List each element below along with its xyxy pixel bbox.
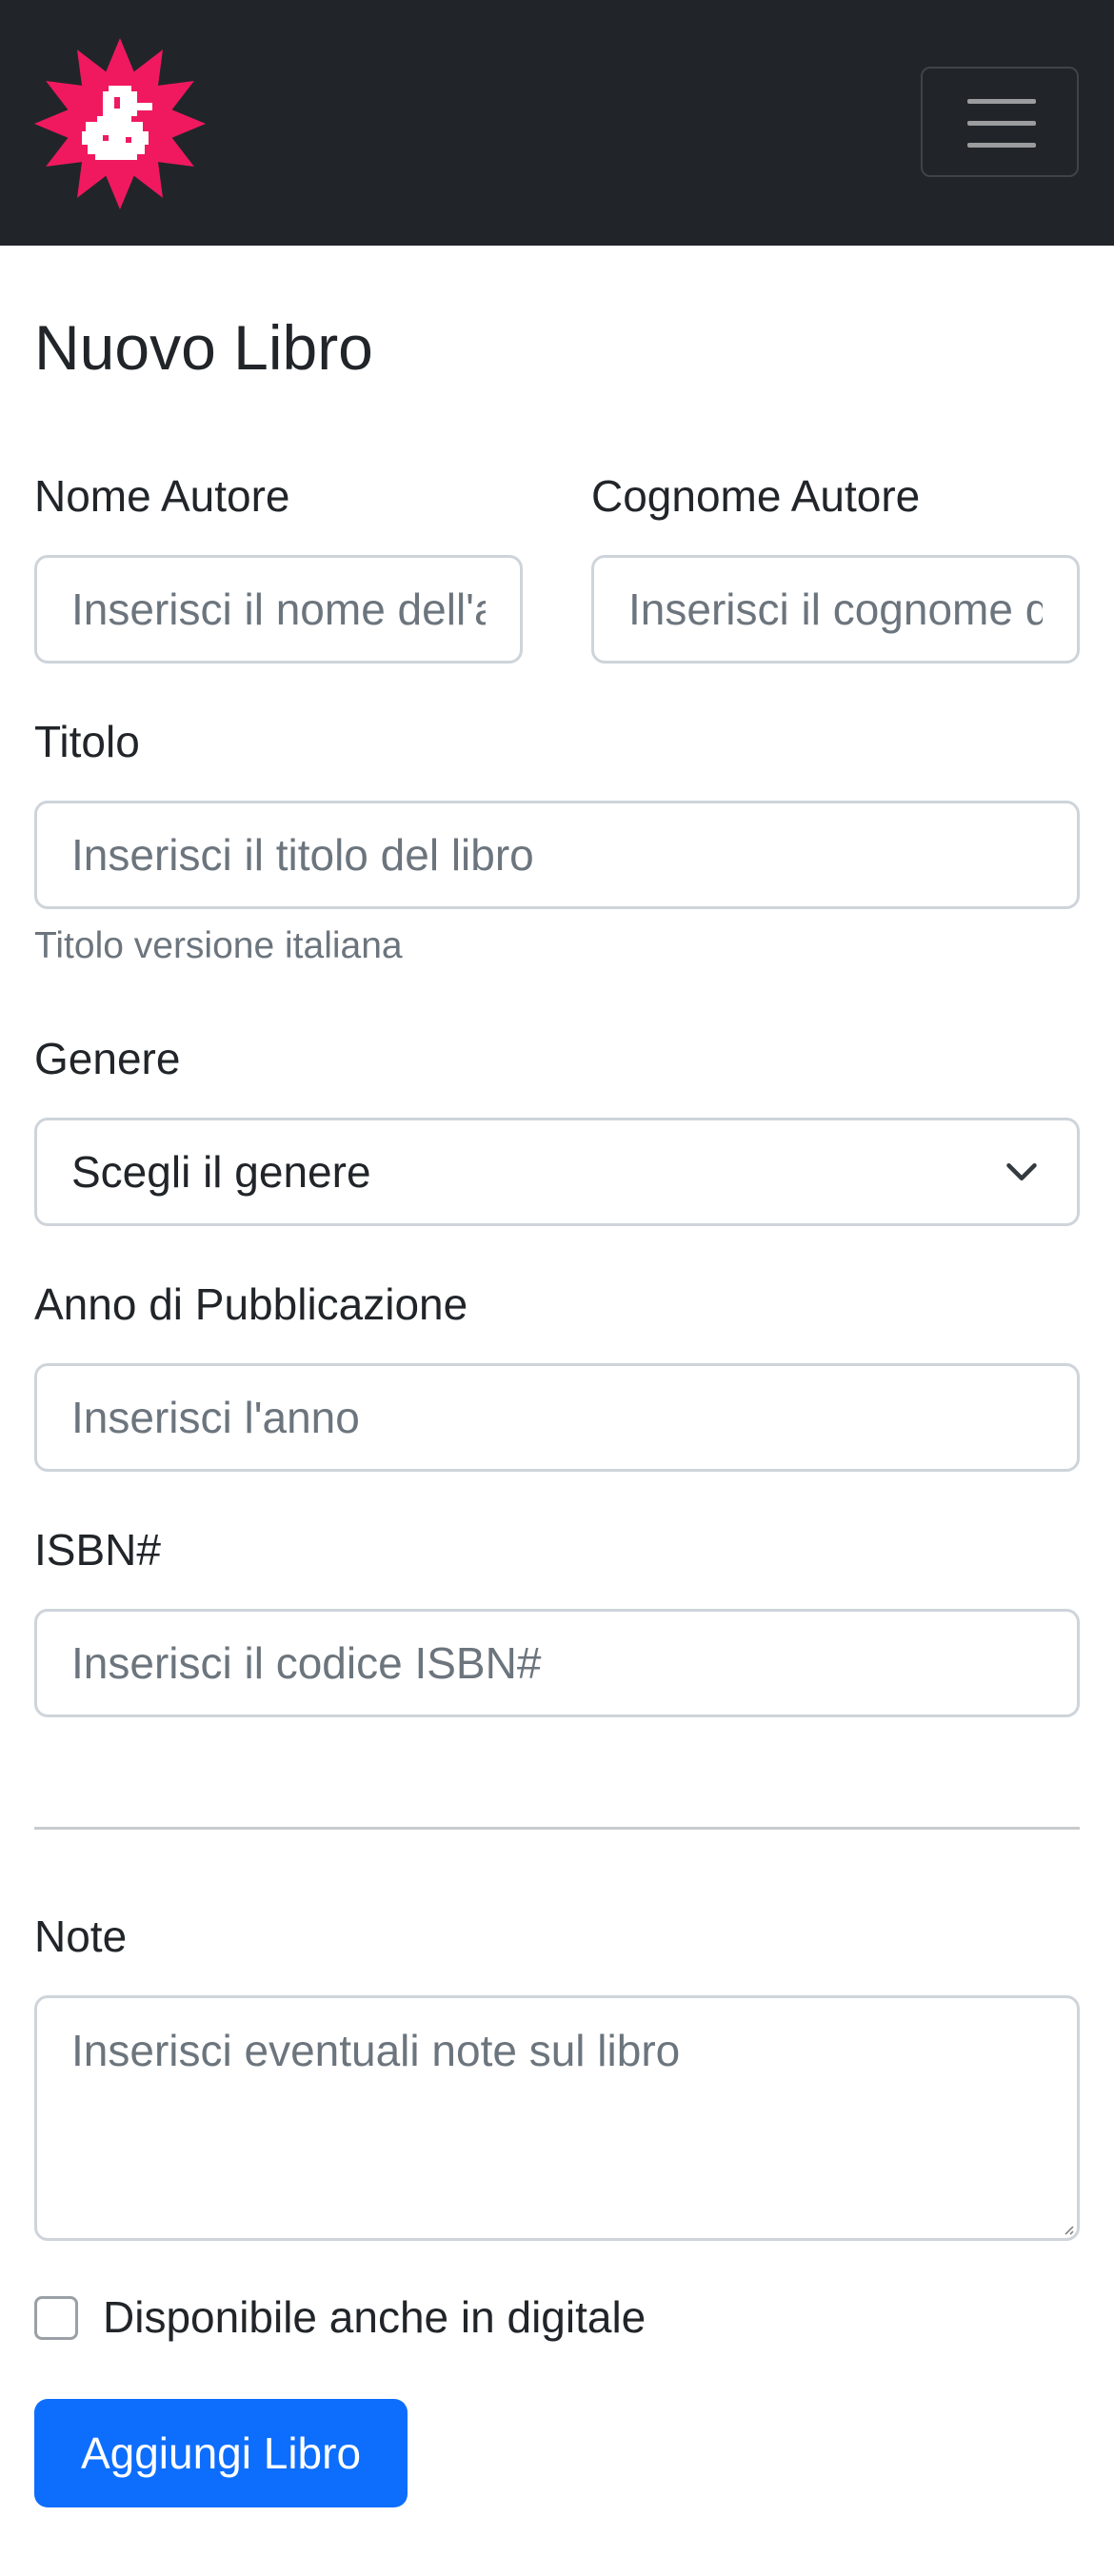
resize-grip-icon[interactable] bbox=[1061, 2222, 1074, 2235]
isbn-label: ISBN# bbox=[34, 1525, 161, 1575]
digital-checkbox[interactable] bbox=[34, 2296, 78, 2340]
author-first-name-input[interactable] bbox=[34, 555, 523, 664]
logo-link[interactable] bbox=[34, 38, 206, 209]
notes-label: Note bbox=[34, 1912, 128, 1961]
author-last-name-label: Cognome Autore bbox=[591, 471, 921, 521]
duck-badge-logo-icon bbox=[34, 38, 206, 209]
title-label: Titolo bbox=[34, 717, 140, 766]
add-book-button[interactable]: Aggiungi Libro bbox=[34, 2399, 408, 2507]
title-help-text: Titolo versione italiana bbox=[34, 925, 403, 966]
section-divider bbox=[34, 1827, 1080, 1830]
notes-textarea[interactable] bbox=[34, 1995, 1080, 2241]
author-last-name-input[interactable] bbox=[591, 555, 1080, 664]
isbn-input[interactable] bbox=[34, 1609, 1080, 1717]
title-input[interactable] bbox=[34, 801, 1080, 909]
page-title: Nuovo Libro bbox=[34, 312, 373, 383]
navbar bbox=[0, 0, 1114, 246]
genre-label: Genere bbox=[34, 1034, 181, 1083]
chevron-down-icon bbox=[1006, 1163, 1037, 1180]
genre-select-value: Scegli il genere bbox=[71, 1147, 371, 1197]
genre-select[interactable]: Scegli il genere bbox=[34, 1118, 1080, 1226]
digital-checkbox-label[interactable]: Disponibile anche in digitale bbox=[103, 2291, 646, 2344]
year-input[interactable] bbox=[34, 1363, 1080, 1472]
year-label: Anno di Pubblicazione bbox=[34, 1279, 468, 1329]
author-first-name-label: Nome Autore bbox=[34, 471, 290, 521]
navbar-toggler-button[interactable] bbox=[921, 67, 1079, 177]
